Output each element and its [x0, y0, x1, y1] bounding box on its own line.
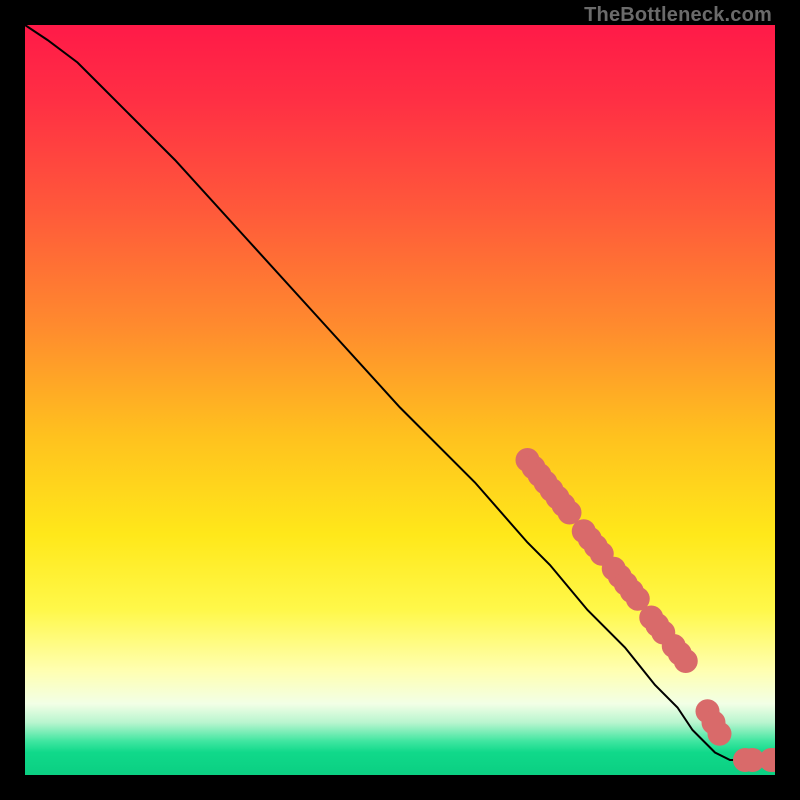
- chart-stage: TheBottleneck.com: [0, 0, 800, 800]
- gradient-background: [25, 25, 775, 775]
- watermark-text: TheBottleneck.com: [584, 4, 772, 27]
- plot-area: [25, 25, 775, 775]
